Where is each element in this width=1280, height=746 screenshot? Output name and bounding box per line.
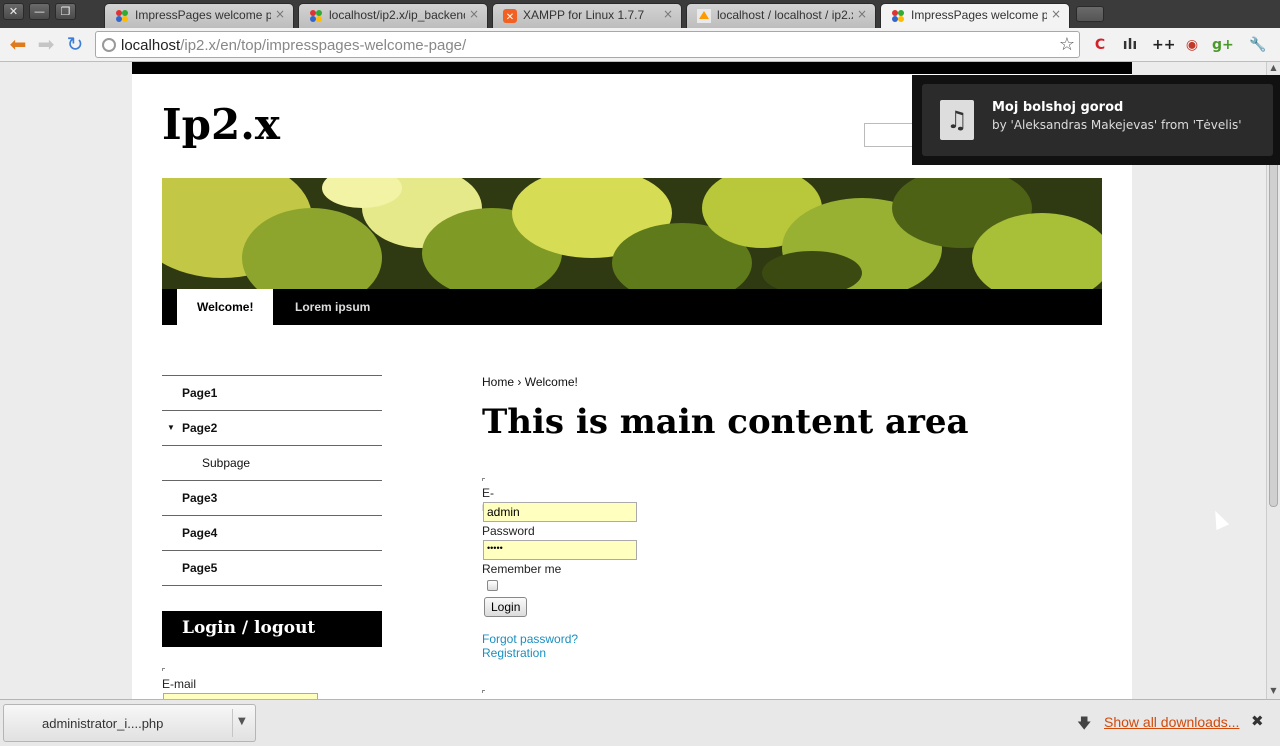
side-menu-item-page4[interactable]: Page4 bbox=[162, 516, 382, 551]
tab-close-icon[interactable]: × bbox=[275, 7, 285, 21]
browser-tab[interactable]: localhost/ip2.x/ip_backend × bbox=[298, 3, 488, 28]
music-notification: ♫ Moj bolshoj gorod by 'Aleksandras Make… bbox=[912, 75, 1280, 165]
forward-arrow-icon[interactable]: ➡ bbox=[34, 33, 58, 57]
breadcrumb: Home › Welcome! bbox=[482, 375, 578, 389]
caret-down-icon: ▼ bbox=[167, 423, 175, 432]
maximize-window-button[interactable]: ❐ bbox=[55, 3, 76, 20]
music-note-icon: ♫ bbox=[940, 100, 974, 140]
top-black-bar bbox=[132, 62, 1132, 74]
download-item[interactable]: administrator_i....php ▼ bbox=[3, 704, 256, 742]
download-shelf: administrator_i....php ▼ 🡇 Show all down… bbox=[0, 699, 1280, 746]
extension-c-icon[interactable]: C bbox=[1090, 35, 1110, 55]
password-field[interactable]: ••••• bbox=[483, 540, 637, 560]
tab-title: localhost/ip2.x/ip_backend bbox=[329, 8, 465, 22]
side-email-label: E-mail bbox=[162, 677, 197, 691]
site-title[interactable]: Ip2.x bbox=[162, 100, 280, 149]
address-bar[interactable]: localhost/ip2.x/en/top/impresspages-welc… bbox=[95, 31, 1080, 58]
side-menu-item-page1[interactable]: Page1 bbox=[162, 376, 382, 411]
back-arrow-icon[interactable]: ⬅ bbox=[6, 33, 30, 57]
notification-subtitle: by 'Aleksandras Makejevas' from 'Tėvelis… bbox=[992, 118, 1242, 132]
xampp-favicon-icon: ✕ bbox=[503, 9, 517, 23]
registration-link[interactable]: Registration bbox=[482, 646, 546, 660]
login-button[interactable]: Login bbox=[484, 597, 528, 617]
nav-item-welcome[interactable]: Welcome! bbox=[177, 289, 274, 325]
phpmyadmin-favicon-icon bbox=[697, 9, 711, 23]
extension-target-icon[interactable]: ◉ bbox=[1182, 35, 1202, 55]
side-menu-item-page2[interactable]: ▼ Page2 bbox=[162, 411, 382, 446]
side-menu-item-page3[interactable]: Page3 bbox=[162, 481, 382, 516]
show-all-downloads-link[interactable]: Show all downloads... bbox=[1104, 714, 1239, 730]
breadcrumb-home-link[interactable]: Home bbox=[482, 375, 514, 389]
download-file-name: administrator_i....php bbox=[42, 716, 164, 731]
browser-tab[interactable]: ✕ XAMPP for Linux 1.7.7 × bbox=[492, 3, 682, 28]
bookmark-star-icon[interactable]: ☆ bbox=[1059, 34, 1075, 55]
globe-icon bbox=[102, 38, 116, 52]
form-marker bbox=[162, 668, 165, 671]
side-menu-item-page5[interactable]: Page5 bbox=[162, 551, 382, 586]
url-text[interactable]: localhost/ip2.x/en/top/impresspages-welc… bbox=[121, 37, 466, 54]
svg-text:✕: ✕ bbox=[506, 12, 514, 23]
tab-close-icon[interactable]: × bbox=[663, 7, 673, 21]
side-menu-item-subpage[interactable]: Subpage bbox=[162, 446, 382, 481]
header-banner-image bbox=[162, 178, 1102, 289]
close-icon[interactable]: ✖ bbox=[1251, 712, 1264, 730]
remember-me-label: Remember me bbox=[482, 562, 562, 576]
download-arrow-icon: 🡇 bbox=[1077, 716, 1092, 732]
page-heading: This is main content area bbox=[482, 402, 969, 442]
tab-title: localhost / localhost / ip2.x bbox=[717, 8, 853, 22]
form-marker bbox=[482, 478, 485, 481]
remember-me-checkbox[interactable] bbox=[487, 580, 498, 591]
tab-title: ImpressPages welcome pa bbox=[911, 8, 1047, 22]
form-marker bbox=[482, 690, 485, 693]
minimize-window-button[interactable]: — bbox=[29, 3, 50, 20]
password-label: Password bbox=[482, 524, 535, 538]
breadcrumb-current: Welcome! bbox=[524, 375, 578, 389]
breadcrumb-separator: › bbox=[517, 375, 522, 389]
notification-body: ♫ Moj bolshoj gorod by 'Aleksandras Make… bbox=[922, 84, 1273, 156]
extension-plusplus-icon[interactable]: ++ bbox=[1152, 35, 1175, 55]
browser-tab[interactable]: localhost / localhost / ip2.x × bbox=[686, 3, 876, 28]
tab-close-icon[interactable]: × bbox=[1051, 7, 1061, 21]
impresspages-favicon-icon bbox=[892, 10, 904, 22]
close-window-button[interactable]: ✕ bbox=[3, 3, 24, 20]
dropdown-arrow-icon[interactable]: ▼ bbox=[238, 716, 246, 727]
download-item-divider bbox=[232, 709, 233, 737]
impresspages-favicon-icon bbox=[116, 10, 128, 22]
tab-close-icon[interactable]: × bbox=[469, 7, 479, 21]
scroll-up-arrow-icon[interactable]: ▲ bbox=[1268, 63, 1279, 74]
tab-strip: ✕ — ❐ ImpressPages welcome pa × localhos… bbox=[0, 0, 1280, 28]
wrench-menu-icon[interactable]: 🔧 bbox=[1248, 35, 1268, 55]
browser-toolbar: ⬅ ➡ ↻ localhost/ip2.x/en/top/impresspage… bbox=[0, 28, 1280, 62]
browser-tab[interactable]: ImpressPages welcome pa × bbox=[104, 3, 294, 28]
impresspages-favicon-icon bbox=[310, 10, 322, 22]
main-navigation: Welcome! Lorem ipsum bbox=[162, 289, 1102, 325]
new-tab-button[interactable] bbox=[1076, 6, 1104, 22]
browser-tab-active[interactable]: ImpressPages welcome pa × bbox=[880, 3, 1070, 28]
notification-title: Moj bolshoj gorod bbox=[992, 100, 1124, 115]
login-logout-heading: Login / logout bbox=[162, 611, 382, 647]
reload-icon[interactable]: ↻ bbox=[63, 33, 87, 57]
extension-stats-icon[interactable]: ılı bbox=[1120, 35, 1140, 55]
tab-close-icon[interactable]: × bbox=[857, 7, 867, 21]
email-field[interactable]: admin bbox=[483, 502, 637, 522]
tab-title: ImpressPages welcome pa bbox=[135, 8, 271, 22]
extension-googleplus-icon[interactable]: g+ bbox=[1212, 35, 1234, 55]
side-menu: Page1 ▼ Page2 Subpage Page3 Page4 Page5 bbox=[162, 375, 382, 586]
nav-item-lorem-ipsum[interactable]: Lorem ipsum bbox=[275, 289, 390, 325]
scroll-down-arrow-icon[interactable]: ▼ bbox=[1268, 686, 1279, 697]
forgot-password-link[interactable]: Forgot password? bbox=[482, 632, 578, 646]
tab-title: XAMPP for Linux 1.7.7 bbox=[523, 8, 645, 22]
